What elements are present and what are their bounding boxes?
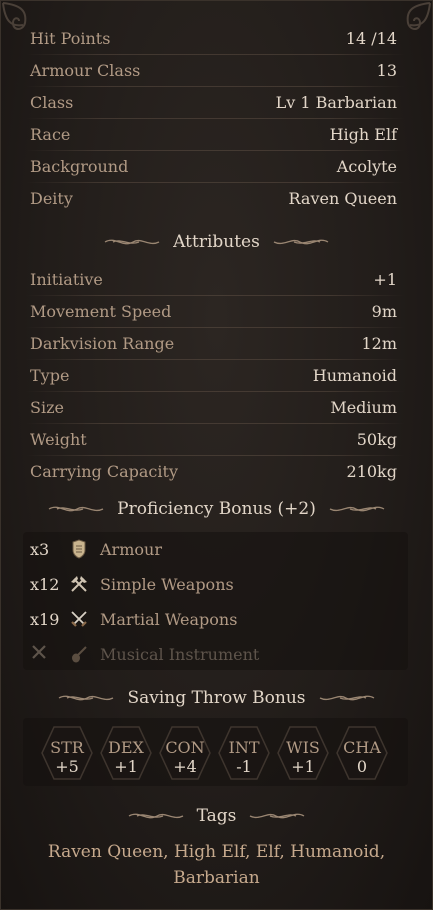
attribute-value: 210kg xyxy=(346,461,397,481)
attribute-value: 12m xyxy=(361,333,397,353)
proficiency-name: Simple Weapons xyxy=(100,574,234,594)
attribute-label: Movement Speed xyxy=(30,301,172,321)
stat-label: Class xyxy=(30,92,74,112)
attribute-label: Weight xyxy=(30,429,87,449)
ability-label: INT xyxy=(228,738,260,757)
martial-weapons-icon xyxy=(68,608,90,630)
attribute-value: Medium xyxy=(330,397,397,417)
ornament-right-icon xyxy=(319,695,374,701)
stat-row-deity: Deity Raven Queen xyxy=(30,186,397,210)
saving-throw-int[interactable]: INT -1 xyxy=(217,725,271,781)
attribute-label: Type xyxy=(30,365,70,385)
stat-label: Background xyxy=(30,156,129,176)
attribute-row-initiative: Initiative +1 xyxy=(26,267,405,296)
character-sheet-panel: Hit Points 14 /14 Armour Class 13 Class … xyxy=(0,0,433,910)
ability-bonus: +1 xyxy=(291,757,315,776)
attribute-value: Humanoid xyxy=(312,365,397,385)
ability-bonus: +4 xyxy=(173,757,197,776)
ornament-right-icon xyxy=(329,506,385,512)
ornament-right-icon xyxy=(250,813,305,819)
proficiency-name: Martial Weapons xyxy=(100,609,238,629)
stat-value: Lv 1 Barbarian xyxy=(275,92,397,112)
saving-throw-dex[interactable]: DEX +1 xyxy=(99,725,153,781)
proficiency-item-simple-weapons[interactable]: x12 Simple Weapons xyxy=(30,571,234,597)
simple-weapons-icon xyxy=(68,573,90,595)
stat-row-armour-class: Armour Class 13 xyxy=(26,58,405,87)
attribute-row-darkvision-range: Darkvision Range 12m xyxy=(26,331,405,360)
stat-value: High Elf xyxy=(329,124,397,144)
section-title: Saving Throw Bonus xyxy=(127,688,306,708)
attribute-value: 50kg xyxy=(356,429,397,449)
attributes-header: Attributes xyxy=(1,229,432,255)
ability-label: STR xyxy=(50,738,84,757)
ornament-left-icon xyxy=(104,239,160,245)
ability-label: CON xyxy=(165,738,205,757)
ability-label: DEX xyxy=(108,738,144,757)
proficiency-count: x3 xyxy=(30,539,50,559)
tags-header: Tags xyxy=(1,803,432,829)
proficiency-header: Proficiency Bonus (+2) xyxy=(1,496,432,522)
attribute-label: Size xyxy=(30,397,64,417)
ability-bonus: +5 xyxy=(55,757,79,776)
ability-label: WIS xyxy=(286,738,320,757)
saving-throw-cha[interactable]: CHA 0 xyxy=(335,725,389,781)
stat-label: Hit Points xyxy=(30,28,111,48)
ability-bonus: +1 xyxy=(114,757,138,776)
attribute-label: Initiative xyxy=(30,269,103,289)
ability-label: CHA xyxy=(343,738,381,757)
ornament-left-icon xyxy=(48,506,104,512)
attribute-row-size: Size Medium xyxy=(26,395,405,424)
ornament-right-icon xyxy=(273,239,329,245)
attribute-row-type: Type Humanoid xyxy=(26,363,405,392)
ornament-left-icon xyxy=(59,695,114,701)
proficiency-name: Musical Instrument xyxy=(100,644,260,664)
proficiency-item-martial-weapons[interactable]: x19 Martial Weapons xyxy=(30,606,237,632)
ability-bonus: -1 xyxy=(236,757,252,776)
section-title: Attributes xyxy=(173,232,260,252)
ornament-left-icon xyxy=(128,813,183,819)
attribute-row-carrying-capacity: Carrying Capacity 210kg xyxy=(30,459,397,483)
saving-throw-str[interactable]: STR +5 xyxy=(40,725,94,781)
section-title: Tags xyxy=(196,806,237,826)
ability-bonus: 0 xyxy=(356,757,368,776)
attribute-row-weight: Weight 50kg xyxy=(26,427,405,456)
section-title: Proficiency Bonus (+2) xyxy=(117,499,316,519)
stat-value: 13 xyxy=(376,60,397,80)
stat-value: Raven Queen xyxy=(288,188,397,208)
saving-throw-con[interactable]: CON +4 xyxy=(158,725,212,781)
stat-row-hit-points: Hit Points 14 /14 xyxy=(26,26,405,55)
stat-row-class: Class Lv 1 Barbarian xyxy=(26,90,405,119)
proficiency-item-musical-instrument[interactable]: Musical Instrument xyxy=(30,641,259,667)
stat-label: Deity xyxy=(30,188,73,208)
attribute-row-movement-speed: Movement Speed 9m xyxy=(26,299,405,328)
proficiency-name: Armour xyxy=(100,539,162,559)
proficiency-count: x19 xyxy=(30,609,60,629)
saving-throw-header: Saving Throw Bonus xyxy=(1,685,432,711)
attribute-label: Carrying Capacity xyxy=(30,461,178,481)
attribute-value: 9m xyxy=(371,301,397,321)
not-proficient-icon xyxy=(30,643,68,665)
stat-value: 14 /14 xyxy=(345,28,397,48)
saving-throw-wis[interactable]: WIS +1 xyxy=(276,725,330,781)
stat-row-background: Background Acolyte xyxy=(26,154,405,183)
stat-row-race: Race High Elf xyxy=(26,122,405,151)
proficiency-item-armour[interactable]: x3 Armour xyxy=(30,536,162,562)
attribute-label: Darkvision Range xyxy=(30,333,175,353)
stat-label: Armour Class xyxy=(30,60,141,80)
armour-icon xyxy=(68,538,90,560)
proficiency-count: x12 xyxy=(30,574,60,594)
stat-value: Acolyte xyxy=(336,156,397,176)
stat-label: Race xyxy=(30,124,71,144)
attribute-value: +1 xyxy=(373,269,397,289)
musical-instrument-icon xyxy=(68,643,90,665)
tags-list: Raven Queen, High Elf, Elf, Humanoid, Ba… xyxy=(47,842,386,888)
